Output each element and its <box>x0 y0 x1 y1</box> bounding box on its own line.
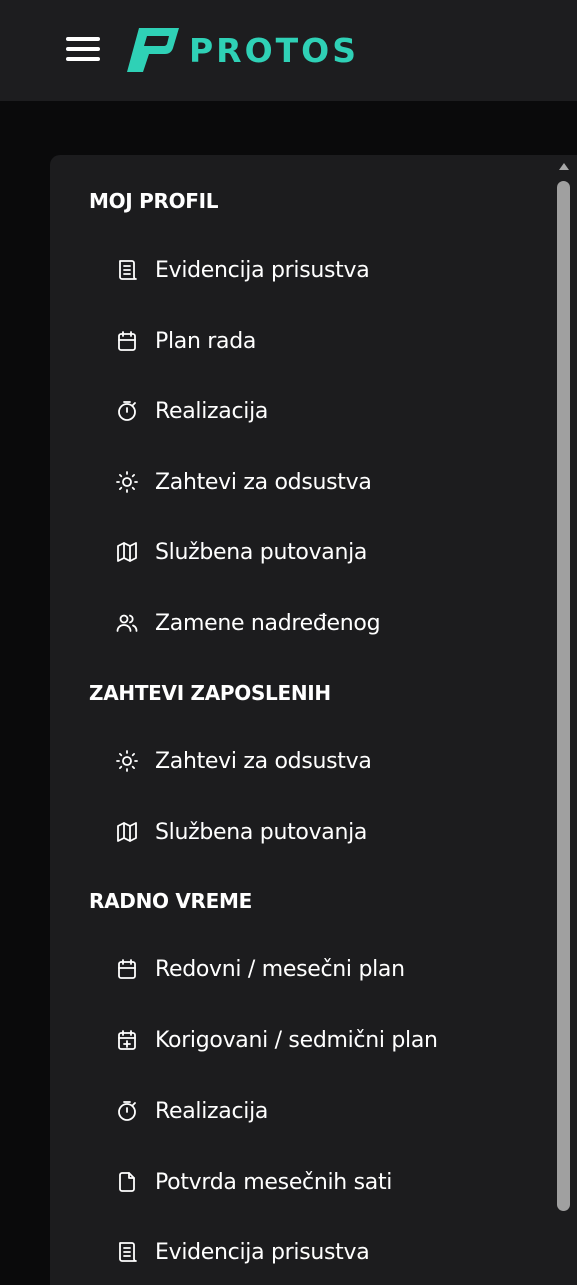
menu-item-zahtevi-za-odsustva[interactable]: Zahtevi za odsustva <box>114 462 372 502</box>
stopwatch-icon <box>114 1098 140 1124</box>
menu-item-label: Službena putovanja <box>155 819 368 845</box>
scrollbar[interactable] <box>552 155 577 1285</box>
calendar-icon <box>114 956 140 982</box>
section-title-zahtevi-zaposlenih: ZAHTEVI ZAPOSLENIH <box>89 681 331 705</box>
section-title-radno-vreme: RADNO VREME <box>89 889 252 913</box>
menu-item-sluzbena-putovanja[interactable]: Službena putovanja <box>114 812 367 852</box>
sidebar-menu[interactable]: MOJ PROFIL Evidencija prisustva Plan rad… <box>50 155 577 1285</box>
map-icon <box>114 539 140 565</box>
calendar-icon <box>114 328 140 354</box>
menu-item-evidencija-prisustva[interactable]: Evidencija prisustva <box>114 250 370 290</box>
menu-item-evidencija-prisustva[interactable]: Evidencija prisustva <box>114 1232 370 1272</box>
users-icon <box>114 610 140 636</box>
menu-item-realizacija[interactable]: Realizacija <box>114 391 268 431</box>
file-icon <box>114 1169 140 1195</box>
sun-icon <box>114 469 140 495</box>
menu-item-label: Potvrda mesečnih sati <box>155 1169 393 1195</box>
protos-logo[interactable]: PROTOS <box>127 28 359 72</box>
menu-item-sluzbena-putovanja[interactable]: Službena putovanja <box>114 532 367 572</box>
menu-item-korigovani-sedmicni-plan[interactable]: Korigovani / sedmični plan <box>114 1020 438 1060</box>
menu-item-label: Plan rada <box>155 328 257 354</box>
menu-item-label: Evidencija prisustva <box>155 1239 370 1265</box>
menu-item-label: Zahtevi za odsustva <box>155 748 372 774</box>
menu-item-realizacija[interactable]: Realizacija <box>114 1091 268 1131</box>
list-document-icon <box>114 257 140 283</box>
menu-item-redovni-mesecni-plan[interactable]: Redovni / mesečni plan <box>114 949 405 989</box>
menu-item-label: Redovni / mesečni plan <box>155 956 405 982</box>
menu-item-potvrda-mesecnih-sati[interactable]: Potvrda mesečnih sati <box>114 1162 392 1202</box>
protos-logo-mark-icon <box>127 28 179 72</box>
sun-icon <box>114 748 140 774</box>
menu-item-label: Službena putovanja <box>155 539 368 565</box>
list-document-icon <box>114 1239 140 1265</box>
logo-text: PROTOS <box>189 30 359 70</box>
calendar-plus-icon <box>114 1027 140 1053</box>
stopwatch-icon <box>114 398 140 424</box>
scroll-up-arrow-icon[interactable] <box>559 163 569 170</box>
menu-item-label: Korigovani / sedmični plan <box>155 1027 438 1053</box>
menu-item-label: Zahtevi za odsustva <box>155 469 372 495</box>
section-title-moj-profil: MOJ PROFIL <box>89 189 219 213</box>
map-icon <box>114 819 140 845</box>
menu-item-zamene-nadredenog[interactable]: Zamene nadređenog <box>114 603 381 643</box>
menu-item-plan-rada[interactable]: Plan rada <box>114 321 256 361</box>
menu-item-label: Zamene nadređenog <box>155 610 381 636</box>
menu-item-label: Realizacija <box>155 398 269 424</box>
menu-item-zahtevi-za-odsustva[interactable]: Zahtevi za odsustva <box>114 741 372 781</box>
top-bar: PROTOS <box>0 0 577 101</box>
hamburger-menu-icon[interactable] <box>66 37 100 61</box>
menu-item-label: Realizacija <box>155 1098 269 1124</box>
menu-item-label: Evidencija prisustva <box>155 257 370 283</box>
scrollbar-thumb[interactable] <box>557 181 570 1211</box>
